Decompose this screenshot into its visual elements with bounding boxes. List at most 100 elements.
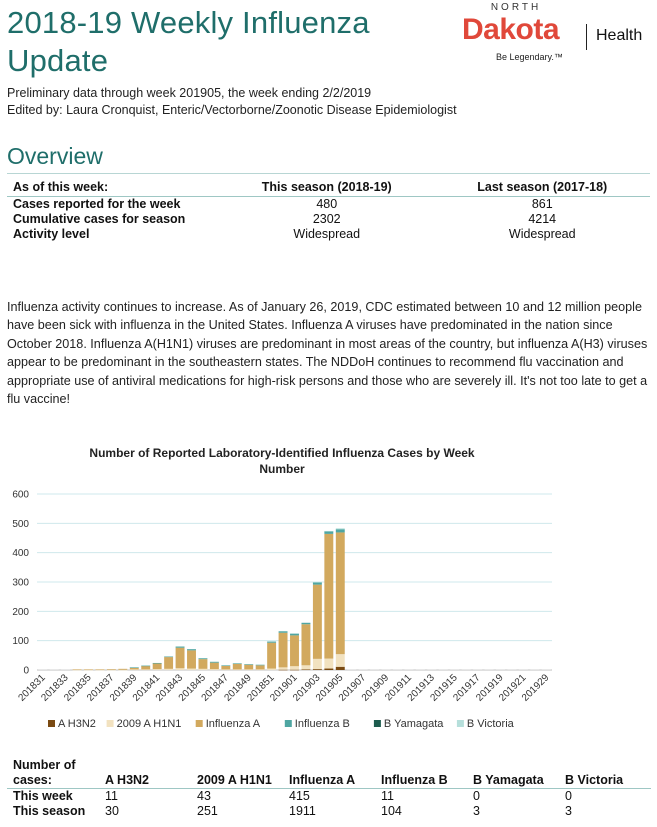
cases-value: 251 <box>197 804 218 818</box>
bar-segment <box>335 532 345 655</box>
bar-segment <box>106 669 116 670</box>
legend-label: Influenza B <box>295 718 350 730</box>
bar-segment <box>484 669 494 670</box>
cases-table: Number of cases: A H3N2 2009 A H1N1 Infl… <box>7 756 651 819</box>
y-tick-label: 500 <box>12 519 29 530</box>
bar-segment <box>232 663 242 664</box>
cases-row: This season 30 251 1911 104 3 3 <box>7 804 651 819</box>
logo-health: Health <box>596 27 643 44</box>
bar-segment <box>278 667 288 670</box>
bar-segment <box>312 658 322 670</box>
cases-header-label: Number of cases: <box>7 756 99 789</box>
overview-last-value: 4214 <box>528 212 557 226</box>
bar-segment <box>358 669 368 670</box>
overview-row-label: Activity level <box>13 227 90 241</box>
bar-segment <box>324 531 334 534</box>
logo-dakota: Dakota <box>462 13 560 46</box>
y-tick-label: 600 <box>12 490 29 501</box>
legend-label: A H3N2 <box>58 718 96 730</box>
bar-segment <box>530 669 540 670</box>
bar-segment <box>324 533 334 659</box>
chart-title-line1: Number of Reported Laboratory-Identified… <box>89 446 475 460</box>
overview-this-value: 480 <box>316 197 338 211</box>
bar-segment <box>507 669 517 670</box>
bar-segment <box>347 669 357 670</box>
bar-segment <box>84 669 93 671</box>
logo-north: NORTH <box>490 2 542 13</box>
bar-segment <box>370 669 380 670</box>
bar-segment <box>438 669 448 670</box>
bar-segment <box>290 666 299 670</box>
bar-segment <box>393 669 402 670</box>
page-title: 2018-19 Weekly Influenza Update <box>7 5 370 78</box>
bar-segment <box>244 669 254 671</box>
bar-segment <box>209 669 219 670</box>
bar-segment <box>232 669 242 671</box>
bar-segment <box>267 668 277 670</box>
bar-segment <box>232 663 242 670</box>
y-tick-label: 400 <box>12 548 29 559</box>
cases-col-b-yamagata: B Yamagata <box>467 756 559 789</box>
legend-swatch <box>456 720 464 727</box>
bar-segment <box>198 658 208 660</box>
cases-value: 30 <box>105 804 119 818</box>
bar-segment <box>221 669 231 671</box>
overview-row-label: Cumulative cases for season <box>13 212 186 226</box>
bar-segment <box>175 646 185 648</box>
bar-segment <box>221 665 231 670</box>
cases-value: 104 <box>381 804 402 818</box>
cases-col-influenza-a: Influenza A <box>283 756 375 789</box>
y-tick-label: 100 <box>12 636 29 647</box>
legend-swatch <box>48 720 55 727</box>
bar-segment <box>164 668 174 670</box>
bar-segment <box>427 669 437 670</box>
overview-last-value: 861 <box>531 197 553 211</box>
logo-divider <box>586 24 587 50</box>
bar-segment <box>187 649 196 651</box>
bar-segment <box>301 624 311 666</box>
bar-segment <box>164 656 174 658</box>
cases-row: This week 11 43 415 11 0 0 <box>7 789 651 805</box>
legend-swatch <box>195 720 203 727</box>
nd-health-logo: NORTH Dakota Health Be Legendary.™ <box>458 2 654 68</box>
bar-segment <box>278 669 288 671</box>
bar-segment <box>290 633 299 636</box>
overview-row-label: Cases reported for the week <box>13 197 181 211</box>
cases-col-b-victoria: B Victoria <box>559 756 651 789</box>
overview-col-last-season: Last season (2017-18) <box>434 179 650 197</box>
logo-slogan: Be Legendary.™ <box>496 52 563 62</box>
overview-table: As of this week: This season (2018-19) L… <box>7 179 650 242</box>
bar-segment <box>187 668 196 670</box>
bar-segment <box>221 665 231 666</box>
bar-segment <box>312 669 322 670</box>
y-tick-label: 0 <box>23 666 29 677</box>
bar-segment <box>267 641 277 643</box>
cases-value: 3 <box>565 804 572 818</box>
bar-segment <box>496 669 505 670</box>
bar-segment <box>49 669 59 670</box>
bar-segment <box>450 669 460 670</box>
bar-segment <box>129 667 139 668</box>
bar-segment <box>415 669 425 670</box>
bar-segment <box>244 664 254 670</box>
overview-this-value: Widespread <box>293 227 361 241</box>
bar-segment <box>312 582 322 583</box>
legend-label: 2009 A H1N1 <box>117 718 182 730</box>
legend-swatch <box>373 720 381 727</box>
legend-label: B Yamagata <box>384 718 444 730</box>
cases-col-2009-a-h1n1: 2009 A H1N1 <box>191 756 283 789</box>
bar-segment <box>198 668 208 670</box>
overview-last-value: Widespread <box>508 227 576 241</box>
summary-paragraph: Influenza activity continues to increase… <box>7 300 648 407</box>
influenza-cases-chart: Number of Reported Laboratory-Identified… <box>12 446 552 730</box>
bar-segment <box>175 668 185 670</box>
bar-segment <box>461 669 471 670</box>
cases-col-influenza-b: Influenza B <box>375 756 467 789</box>
bar-segment <box>141 669 151 671</box>
bar-segment <box>38 669 48 670</box>
legend-swatch <box>106 720 114 727</box>
cases-row-label: This season <box>13 804 86 818</box>
bar-segment <box>95 669 105 671</box>
overview-col-label: As of this week: <box>7 179 219 197</box>
cases-value: 3 <box>473 804 480 818</box>
